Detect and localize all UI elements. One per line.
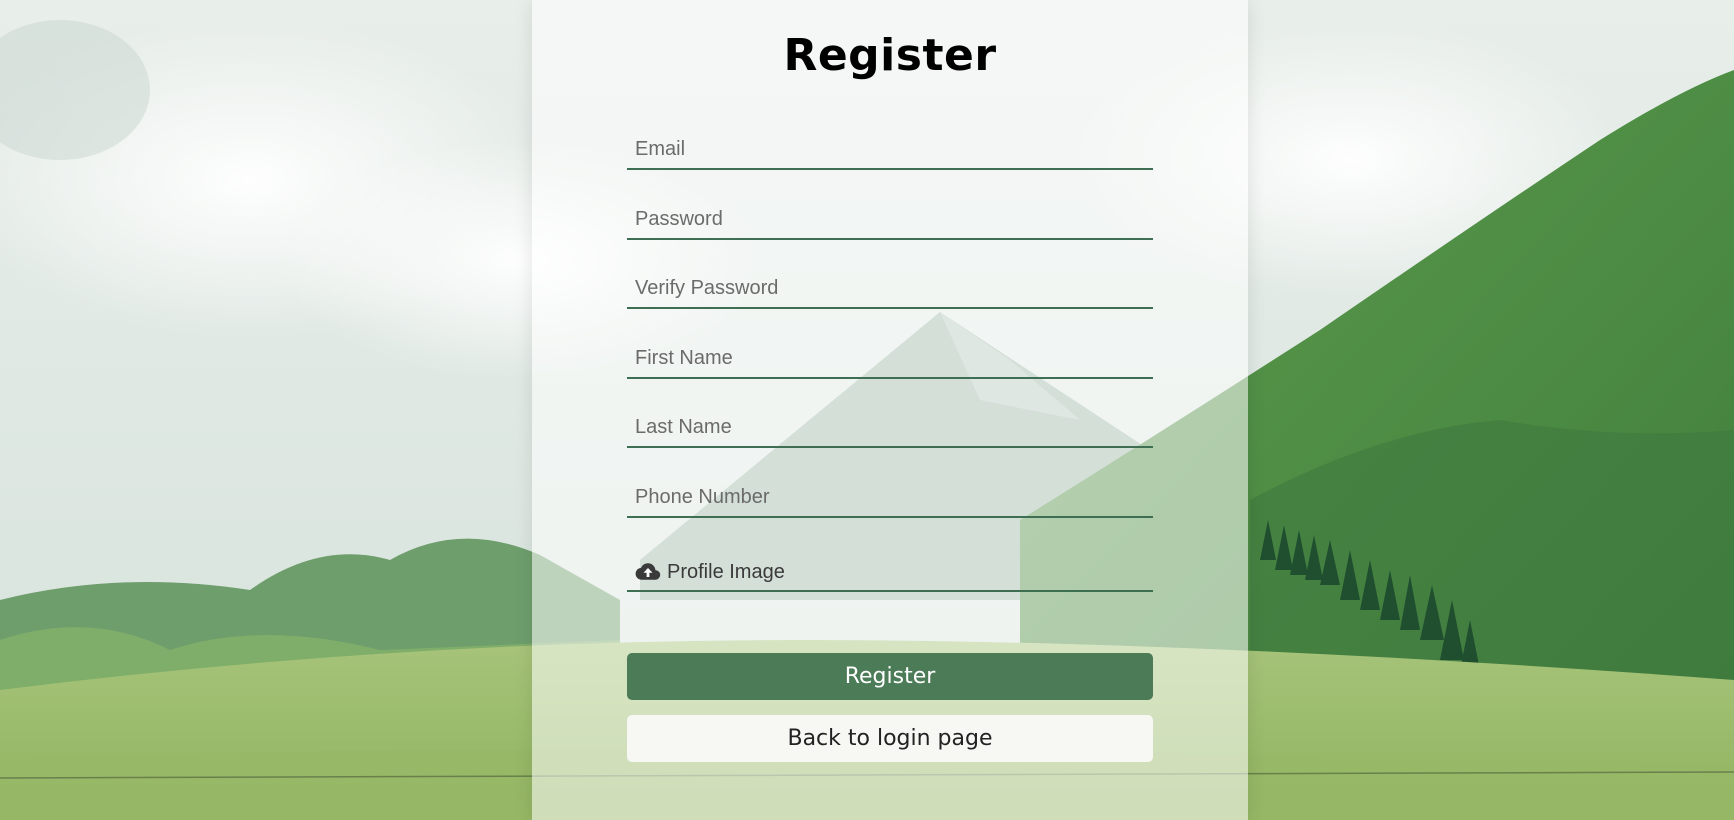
cloud-upload-icon bbox=[635, 562, 661, 582]
first-name-field-wrapper bbox=[627, 341, 1153, 379]
first-name-input[interactable] bbox=[627, 341, 1153, 375]
register-panel: Register Profile Image Register Back to … bbox=[532, 0, 1248, 820]
verify-password-input[interactable] bbox=[627, 271, 1153, 305]
email-input[interactable] bbox=[627, 132, 1153, 166]
phone-number-field-wrapper bbox=[627, 480, 1153, 518]
last-name-field-wrapper bbox=[627, 410, 1153, 448]
page-title: Register bbox=[783, 30, 997, 81]
back-to-login-button[interactable]: Back to login page bbox=[627, 715, 1153, 762]
profile-image-label: Profile Image bbox=[667, 560, 785, 583]
verify-password-field-wrapper bbox=[627, 271, 1153, 309]
password-field-wrapper bbox=[627, 202, 1153, 240]
profile-image-upload[interactable]: Profile Image bbox=[627, 554, 1153, 592]
register-button[interactable]: Register bbox=[627, 653, 1153, 700]
phone-number-input[interactable] bbox=[627, 480, 1153, 514]
email-field-wrapper bbox=[627, 132, 1153, 170]
last-name-input[interactable] bbox=[627, 410, 1153, 444]
password-input[interactable] bbox=[627, 202, 1153, 236]
